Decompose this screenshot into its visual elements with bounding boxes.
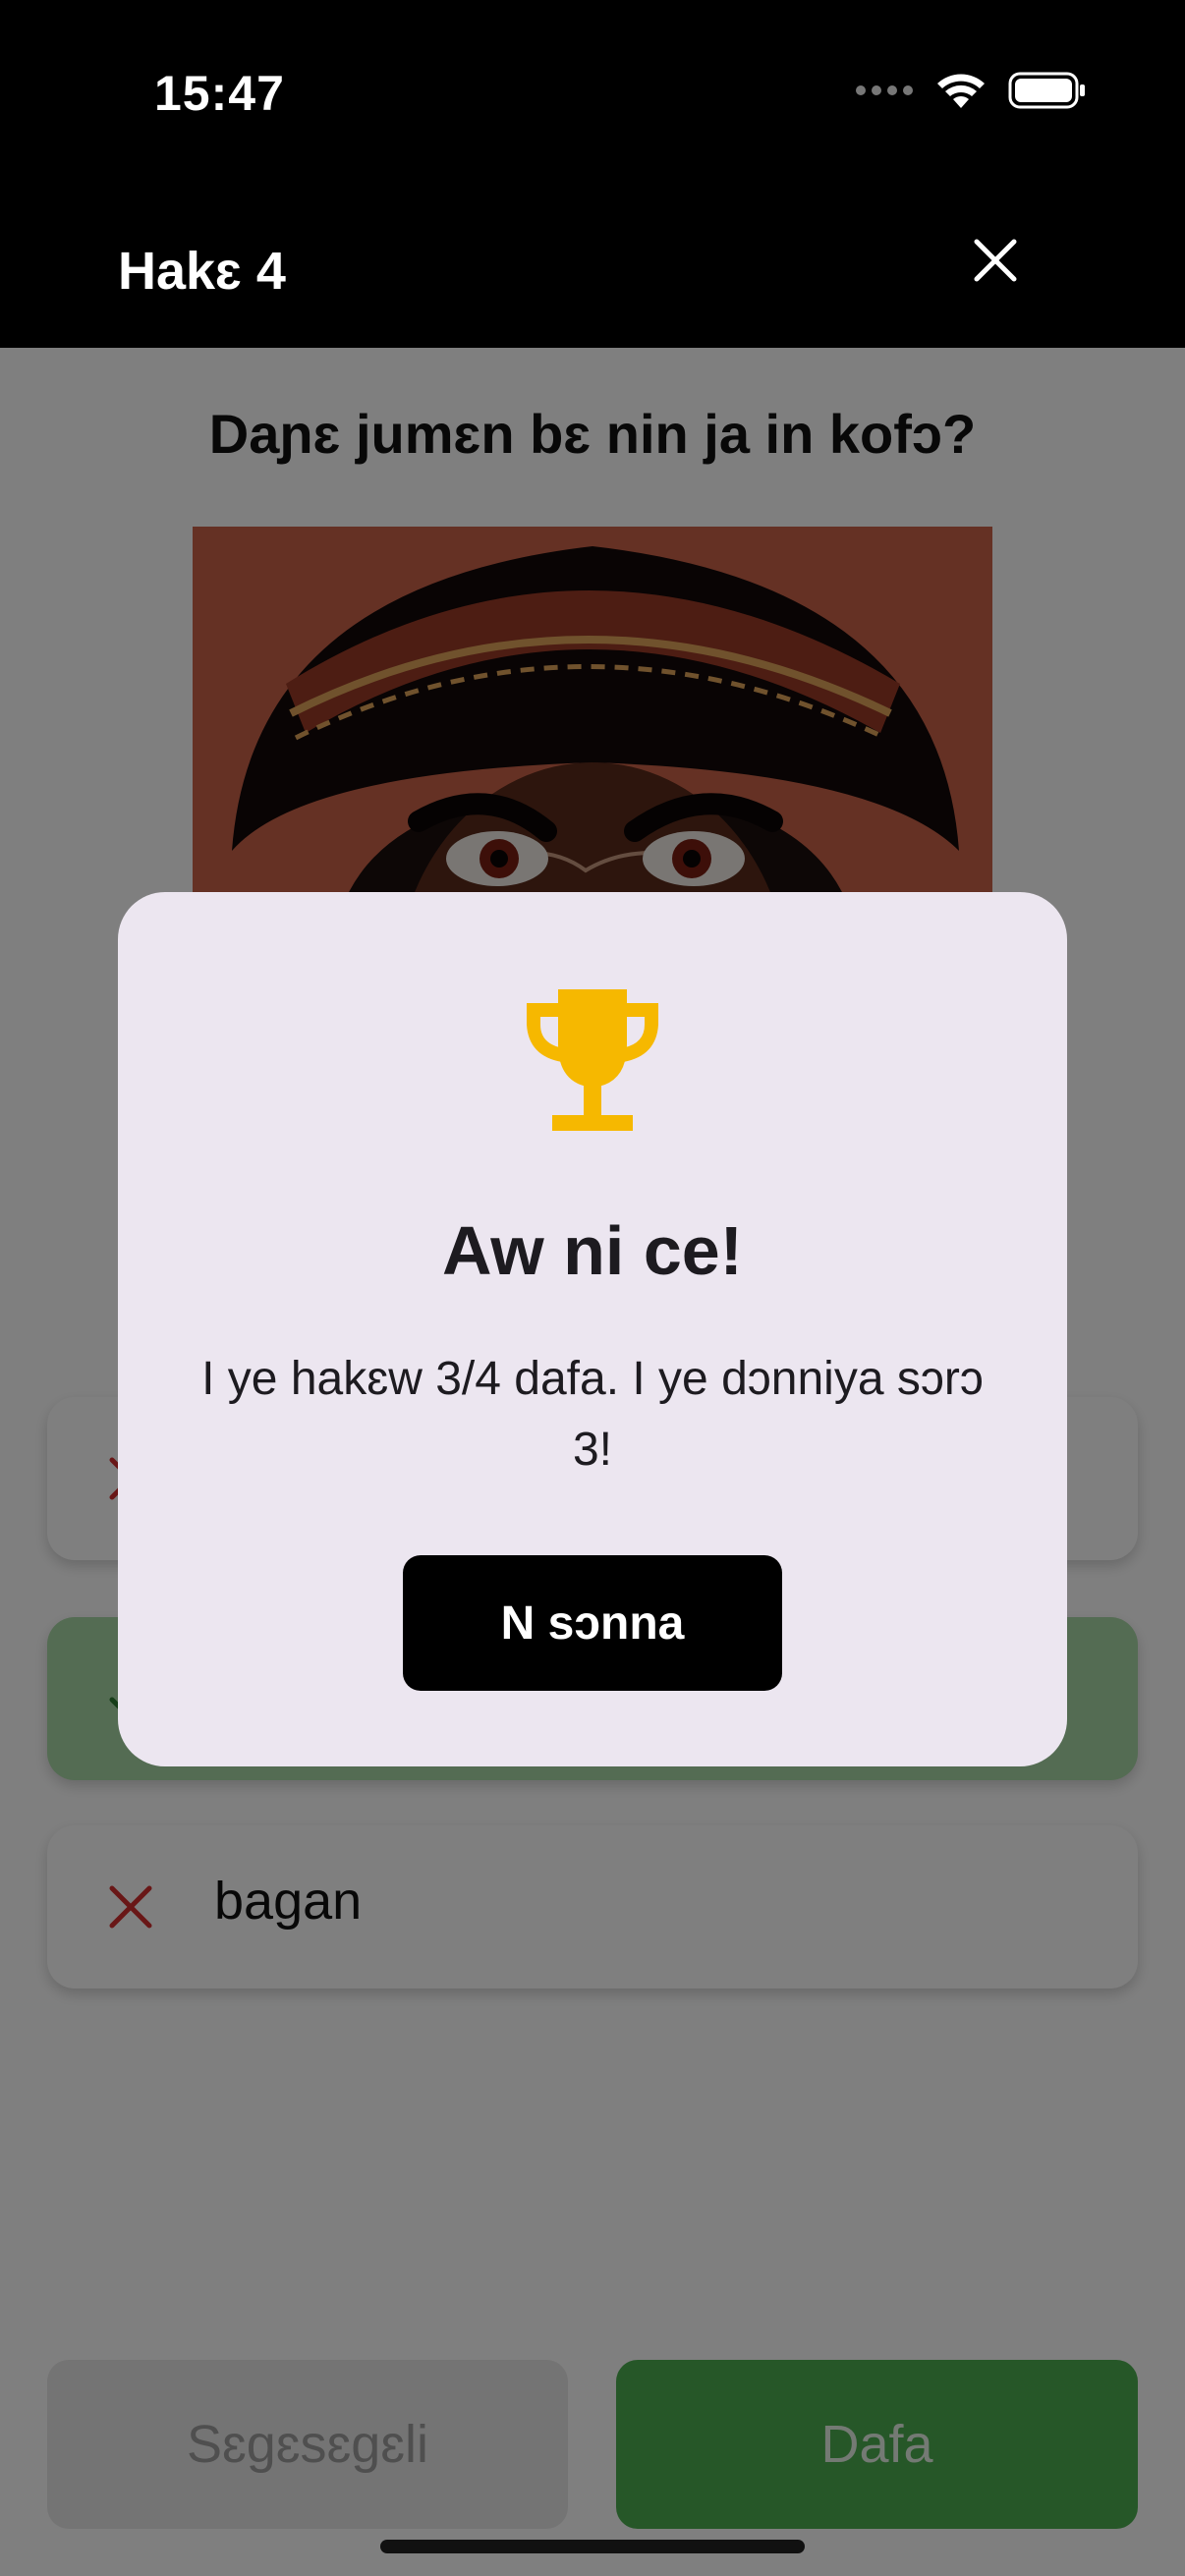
dialog-ok-button[interactable]: N sɔnna: [403, 1555, 782, 1691]
dialog-title: Aw ni ce!: [441, 1212, 743, 1289]
status-time: 15:47: [154, 66, 285, 121]
signal-icon: [856, 85, 913, 95]
result-dialog: Aw ni ce! I ye hakɛw 3/4 dafa. I ye dɔnn…: [118, 892, 1067, 1766]
status-icons: [855, 71, 1087, 110]
dialog-message: I ye hakɛw 3/4 dafa. I ye dɔnniya sɔrɔ 3…: [201, 1353, 984, 1476]
status-bar: 15:47: [0, 0, 1185, 157]
battery-icon: [1008, 72, 1085, 109]
home-indicator[interactable]: [380, 2540, 805, 2553]
wifi-icon: [937, 74, 985, 108]
page-title: Hakɛ 4: [118, 242, 286, 301]
trophy-icon: [527, 989, 658, 1131]
close-icon[interactable]: [971, 236, 1020, 285]
